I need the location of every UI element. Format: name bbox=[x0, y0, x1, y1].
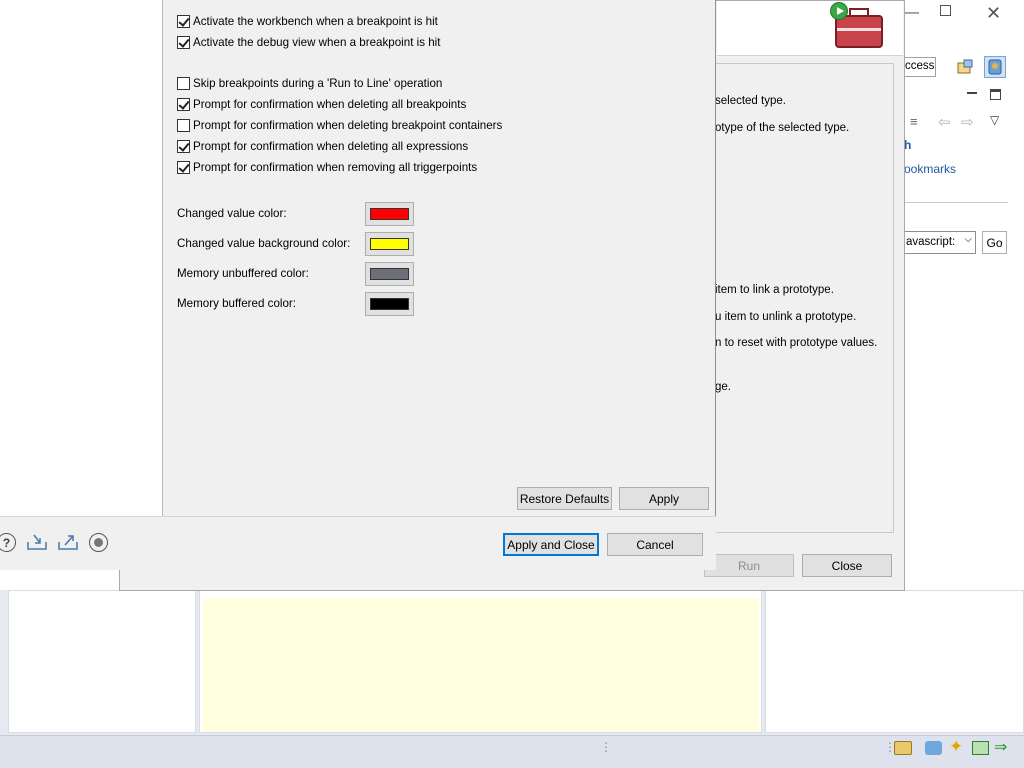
quick-access-text: ccess bbox=[905, 60, 935, 72]
quick-access-field[interactable]: ccess bbox=[903, 57, 936, 77]
checkbox[interactable] bbox=[177, 139, 190, 153]
maximize-icon[interactable] bbox=[940, 5, 951, 16]
checkbox-label: Prompt for confirmation when deleting br… bbox=[193, 118, 503, 132]
bookmarks-link[interactable]: ookmarks bbox=[904, 162, 956, 176]
close-window-icon[interactable]: ✕ bbox=[986, 3, 1001, 24]
view-minimize-icon[interactable] bbox=[967, 92, 977, 94]
image-icon[interactable] bbox=[972, 741, 989, 755]
memory-unbuffered-color-button[interactable] bbox=[365, 262, 414, 286]
help-icon[interactable]: ? bbox=[0, 533, 16, 552]
right-panel bbox=[765, 590, 1024, 733]
color-swatch bbox=[370, 238, 409, 250]
checkbox-label: Prompt for confirmation when removing al… bbox=[193, 160, 478, 174]
changed-value-background-color-button[interactable] bbox=[365, 232, 414, 256]
left-panel bbox=[8, 590, 196, 733]
checkbox-label: Activate the workbench when a breakpoint… bbox=[193, 14, 438, 28]
color-swatch bbox=[370, 208, 409, 220]
dialog-banner bbox=[717, 1, 903, 56]
checkbox[interactable] bbox=[177, 97, 190, 111]
cancel-button[interactable]: Cancel bbox=[607, 533, 703, 556]
pref-checkbox-row[interactable]: Prompt for confirmation when deleting al… bbox=[177, 96, 466, 112]
chevron-down-icon: ⌵ bbox=[964, 234, 972, 245]
status-divider-icon: ⋮ bbox=[600, 740, 612, 754]
checkbox-label: Skip breakpoints during a 'Run to Line' … bbox=[193, 76, 443, 90]
pref-checkbox-row[interactable]: Prompt for confirmation when removing al… bbox=[177, 159, 477, 175]
toolbox-icon bbox=[835, 8, 883, 48]
browser-url-value: avascript: bbox=[906, 236, 956, 248]
pref-checkbox-row[interactable]: Prompt for confirmation when deleting al… bbox=[177, 138, 468, 154]
star-icon[interactable]: ✦ bbox=[949, 737, 963, 757]
run-button[interactable]: Run bbox=[704, 554, 794, 577]
close-button[interactable]: Close bbox=[802, 554, 892, 577]
debug-perspective-icon[interactable] bbox=[984, 56, 1006, 78]
record-icon[interactable] bbox=[89, 533, 108, 552]
go-button[interactable]: Go bbox=[982, 231, 1007, 254]
checkbox[interactable] bbox=[177, 76, 190, 90]
checkbox-label: Prompt for confirmation when deleting al… bbox=[193, 139, 469, 153]
color-setting-label: Memory unbuffered color: bbox=[177, 267, 309, 280]
dialog-description-panel: selected type. otype of the selected typ… bbox=[714, 63, 894, 533]
open-perspective-icon[interactable] bbox=[954, 57, 976, 79]
color-setting-label: Memory buffered color: bbox=[177, 297, 296, 310]
separator bbox=[904, 202, 1008, 203]
color-swatch bbox=[370, 298, 409, 310]
checkbox-label: Prompt for confirmation when deleting al… bbox=[193, 97, 467, 111]
run-icon bbox=[830, 2, 848, 20]
preferences-footer: ? Apply and Close Cancel bbox=[0, 516, 716, 570]
checkbox[interactable] bbox=[177, 160, 190, 174]
status-bar: ⋮ ⋮ ✦ ⇒ bbox=[0, 735, 1024, 768]
notification-icon[interactable] bbox=[894, 741, 912, 755]
apply-button[interactable]: Apply bbox=[619, 487, 709, 510]
changed-value-color-button[interactable] bbox=[365, 202, 414, 226]
forward-arrow-icon[interactable]: ⇨ bbox=[961, 113, 974, 131]
view-maximize-icon[interactable] bbox=[990, 89, 1001, 100]
pref-checkbox-row[interactable]: Prompt for confirmation when deleting br… bbox=[177, 117, 502, 133]
description-line: ge. bbox=[715, 381, 731, 393]
color-swatch bbox=[370, 268, 409, 280]
view-menu-icon[interactable]: ▽ bbox=[990, 113, 999, 127]
description-line: otype of the selected type. bbox=[715, 122, 850, 134]
description-line: item to link a prototype. bbox=[715, 284, 834, 296]
import-icon[interactable] bbox=[26, 533, 48, 551]
memory-buffered-color-button[interactable] bbox=[365, 292, 414, 316]
description-line: u item to unlink a prototype. bbox=[715, 311, 857, 323]
description-line: selected type. bbox=[715, 95, 786, 107]
list-icon[interactable]: ≡ bbox=[910, 114, 918, 129]
color-setting-label: Changed value background color: bbox=[177, 237, 351, 250]
preferences-tree-panel[interactable] bbox=[0, 0, 163, 516]
pref-checkbox-row[interactable]: Activate the debug view when a breakpoin… bbox=[177, 34, 440, 50]
editor-area[interactable] bbox=[203, 598, 759, 731]
outline-toolbar: ≡ ⇦ ⇨ ▽ bbox=[908, 112, 1018, 132]
search-link[interactable]: h bbox=[904, 138, 911, 152]
checkbox-label: Activate the debug view when a breakpoin… bbox=[193, 35, 441, 49]
pref-checkbox-row[interactable]: Activate the workbench when a breakpoint… bbox=[177, 13, 438, 29]
checkbox[interactable] bbox=[177, 35, 190, 49]
minimize-icon[interactable]: — bbox=[903, 4, 919, 22]
sync-icon[interactable] bbox=[925, 741, 942, 755]
preferences-dialog: Activate the workbench when a breakpoint… bbox=[0, 0, 716, 570]
restore-defaults-button[interactable]: Restore Defaults bbox=[517, 487, 612, 510]
apply-and-close-button[interactable]: Apply and Close bbox=[503, 533, 599, 556]
back-arrow-icon[interactable]: ⇦ bbox=[938, 113, 951, 131]
browser-url-select[interactable]: avascript: ⌵ bbox=[903, 231, 976, 254]
share-arrow-icon[interactable]: ⇒ bbox=[994, 737, 1007, 757]
export-icon[interactable] bbox=[57, 533, 79, 551]
checkbox[interactable] bbox=[177, 118, 190, 132]
color-setting-label: Changed value color: bbox=[177, 207, 287, 220]
checkbox[interactable] bbox=[177, 14, 190, 28]
pref-checkbox-row[interactable]: Skip breakpoints during a 'Run to Line' … bbox=[177, 75, 442, 91]
description-line: n to reset with prototype values. bbox=[715, 337, 878, 349]
